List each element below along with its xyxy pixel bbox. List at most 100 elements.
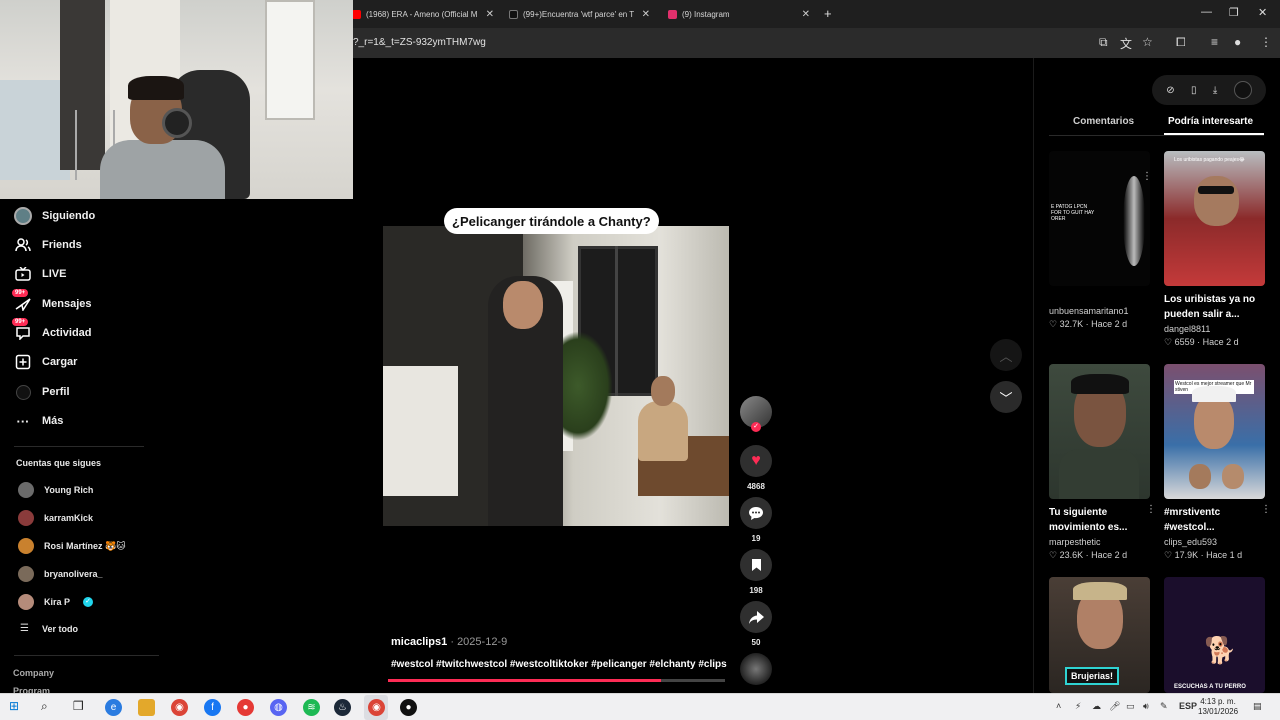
suggested-video-card[interactable]: Westcol es mejor streamer que Mr stiven …	[1164, 364, 1271, 561]
browser-menu-icon[interactable]: ⋮	[1260, 35, 1272, 49]
search-icon[interactable]: ⌕	[41, 699, 48, 714]
sidebar-item-mas[interactable]: ··· Más	[14, 412, 64, 430]
more-options-icon[interactable]: ⋮	[1261, 504, 1271, 515]
steam-icon[interactable]: ♨	[334, 699, 351, 716]
follow-plus-icon[interactable]: ✓	[751, 422, 761, 432]
following-item[interactable]: Kira P ✓	[18, 594, 94, 610]
comment-button[interactable]: 19	[740, 497, 772, 543]
app-icon[interactable]: ●	[237, 699, 254, 716]
avatar	[18, 594, 34, 610]
comment-icon	[740, 497, 772, 529]
new-tab-button[interactable]: +	[824, 6, 832, 21]
progress-fill	[388, 679, 661, 682]
suggested-video-card[interactable]: Brujerias!	[1049, 577, 1150, 693]
more-options-icon[interactable]: ⋮	[1142, 171, 1152, 182]
microphone-icon[interactable]: 🎤︎	[1109, 701, 1120, 712]
close-tab-icon[interactable]: ✕	[486, 9, 494, 20]
close-tab-icon[interactable]: ✕	[802, 9, 810, 20]
live-icon	[14, 265, 32, 283]
profile-icon[interactable]: ●	[1234, 35, 1241, 49]
sidebar-item-live[interactable]: LIVE	[14, 265, 66, 283]
youtube-icon	[352, 9, 361, 19]
suggested-video-card[interactable]: 🐕 ESCUCHAS A TU PERRO	[1164, 577, 1265, 693]
download-icon[interactable]: ⤓	[1213, 85, 1217, 96]
following-item[interactable]: Young Rich	[18, 482, 93, 498]
share-button[interactable]: 50	[740, 601, 772, 647]
translate-icon[interactable]: 文	[1120, 35, 1132, 52]
more-options-icon[interactable]: ⋮	[1146, 504, 1156, 515]
close-window-button[interactable]: ✕	[1258, 6, 1267, 19]
following-item[interactable]: karramKick	[18, 510, 93, 526]
video-player[interactable]	[383, 226, 729, 526]
divider	[14, 655, 159, 656]
sidebar-item-mensajes[interactable]: 99+ Mensajes	[12, 289, 92, 313]
following-item[interactable]: Rosi Martínez 🐯🐱	[18, 538, 126, 554]
tab-label: (1968) ERA - Ameno (Official M	[366, 9, 478, 19]
creator-avatar-button[interactable]: ✓	[740, 396, 772, 432]
bookmark-star-icon[interactable]: ☆	[1142, 35, 1153, 49]
see-all-button[interactable]: ☰ Ver todo	[20, 623, 78, 634]
avatar	[18, 482, 34, 498]
pen-icon[interactable]: ✎	[1160, 701, 1168, 712]
sidebar-item-friends[interactable]: Friends	[14, 236, 82, 254]
browser-tab-youtube[interactable]: (1968) ERA - Ameno (Official M ✕	[352, 4, 494, 24]
video-progress-bar[interactable]	[388, 679, 725, 682]
footer-company-link[interactable]: Company	[13, 668, 54, 678]
close-tab-icon[interactable]: ✕	[642, 9, 650, 20]
previous-video-button[interactable]: ︿	[990, 339, 1022, 371]
tray-icon[interactable]: ⚡	[1075, 701, 1081, 712]
clock[interactable]: 4:13 p. m. 13/01/2026	[1198, 697, 1238, 717]
tab-podria-interesarte[interactable]: Podría interesarte	[1168, 116, 1253, 127]
restore-button[interactable]: ❐	[1229, 6, 1239, 19]
sidebar-item-actividad[interactable]: 99+ Actividad	[12, 318, 92, 342]
extensions-icon[interactable]: ⧠	[1176, 35, 1186, 50]
tab-label: (9) Instagram	[682, 9, 730, 19]
discord-icon[interactable]: ◍	[270, 699, 287, 716]
sidebar-item-cargar[interactable]: Cargar	[14, 353, 77, 371]
cast-icon[interactable]: ⧉	[1099, 35, 1108, 50]
media-controls-icon[interactable]: ≡	[1211, 35, 1218, 49]
video-thumbnail: 🐕 ESCUCHAS A TU PERRO	[1164, 577, 1265, 693]
divider	[14, 446, 144, 447]
save-button[interactable]: 198	[740, 549, 772, 595]
like-button[interactable]: ♥ 4868	[740, 445, 772, 491]
app-icon[interactable]: ●	[400, 699, 417, 716]
notifications-icon[interactable]: ▤	[1253, 701, 1262, 712]
avatar	[18, 538, 34, 554]
suggested-video-card[interactable]: E PATOG LPCN FOR TO GUIT HAY ORER unbuen…	[1049, 151, 1152, 330]
chrome-active-icon[interactable]: ◉	[368, 699, 385, 716]
sidebar-item-siguiendo[interactable]: Siguiendo	[14, 207, 95, 225]
task-view-icon[interactable]: ❒	[73, 699, 84, 713]
edge-icon[interactable]: e	[105, 699, 122, 716]
chrome-icon[interactable]: ◉	[171, 699, 188, 716]
following-item[interactable]: bryanolivera_	[18, 566, 103, 582]
active-tab-indicator	[1164, 133, 1264, 135]
sidebar-item-perfil[interactable]: Perfil	[14, 383, 70, 401]
next-video-button[interactable]: ﹀	[990, 381, 1022, 413]
minimize-button[interactable]: —	[1201, 6, 1212, 18]
url-field[interactable]: ?_r=1&_t=ZS-932ymTHM7wg	[353, 37, 486, 48]
compass-icon[interactable]: ⊘	[1166, 85, 1174, 96]
video-hashtags[interactable]: #westcol #twitchwestcol #westcoltiktoker…	[391, 659, 727, 670]
volume-icon[interactable]: 🔊︎	[1143, 701, 1149, 712]
following-title: Cuentas que sigues	[16, 458, 102, 468]
tray-icon[interactable]: ☁	[1092, 701, 1101, 712]
suggested-video-card[interactable]: Los uribistas pagando peajes😂 Los uribis…	[1164, 151, 1265, 348]
facebook-icon[interactable]: f	[204, 699, 221, 716]
browser-tab-tiktok[interactable]: (99+)Encuentra 'wtf parce' en T ✕	[509, 4, 650, 24]
language-indicator[interactable]: ESP	[1179, 701, 1197, 711]
music-disc-button[interactable]	[740, 653, 772, 685]
avatar-icon[interactable]	[1233, 81, 1252, 99]
file-explorer-icon[interactable]	[138, 699, 155, 716]
friends-icon	[14, 236, 32, 254]
browser-tab-instagram[interactable]: (9) Instagram ✕	[668, 4, 810, 24]
chevron-up-icon: ︿	[999, 348, 1013, 364]
author-name[interactable]: micaclips1	[391, 636, 447, 648]
windows-start-icon[interactable]: ⊞	[9, 699, 19, 713]
network-icon[interactable]: ▭	[1126, 701, 1135, 712]
phone-icon[interactable]: ▯	[1191, 85, 1197, 96]
chevron-up-icon[interactable]: ˄	[1056, 701, 1061, 711]
suggested-video-card[interactable]: Tu siguiente movimiento es... marpesthet…	[1049, 364, 1156, 561]
tab-comentarios[interactable]: Comentarios	[1073, 116, 1134, 127]
spotify-icon[interactable]: ≋	[303, 699, 320, 716]
